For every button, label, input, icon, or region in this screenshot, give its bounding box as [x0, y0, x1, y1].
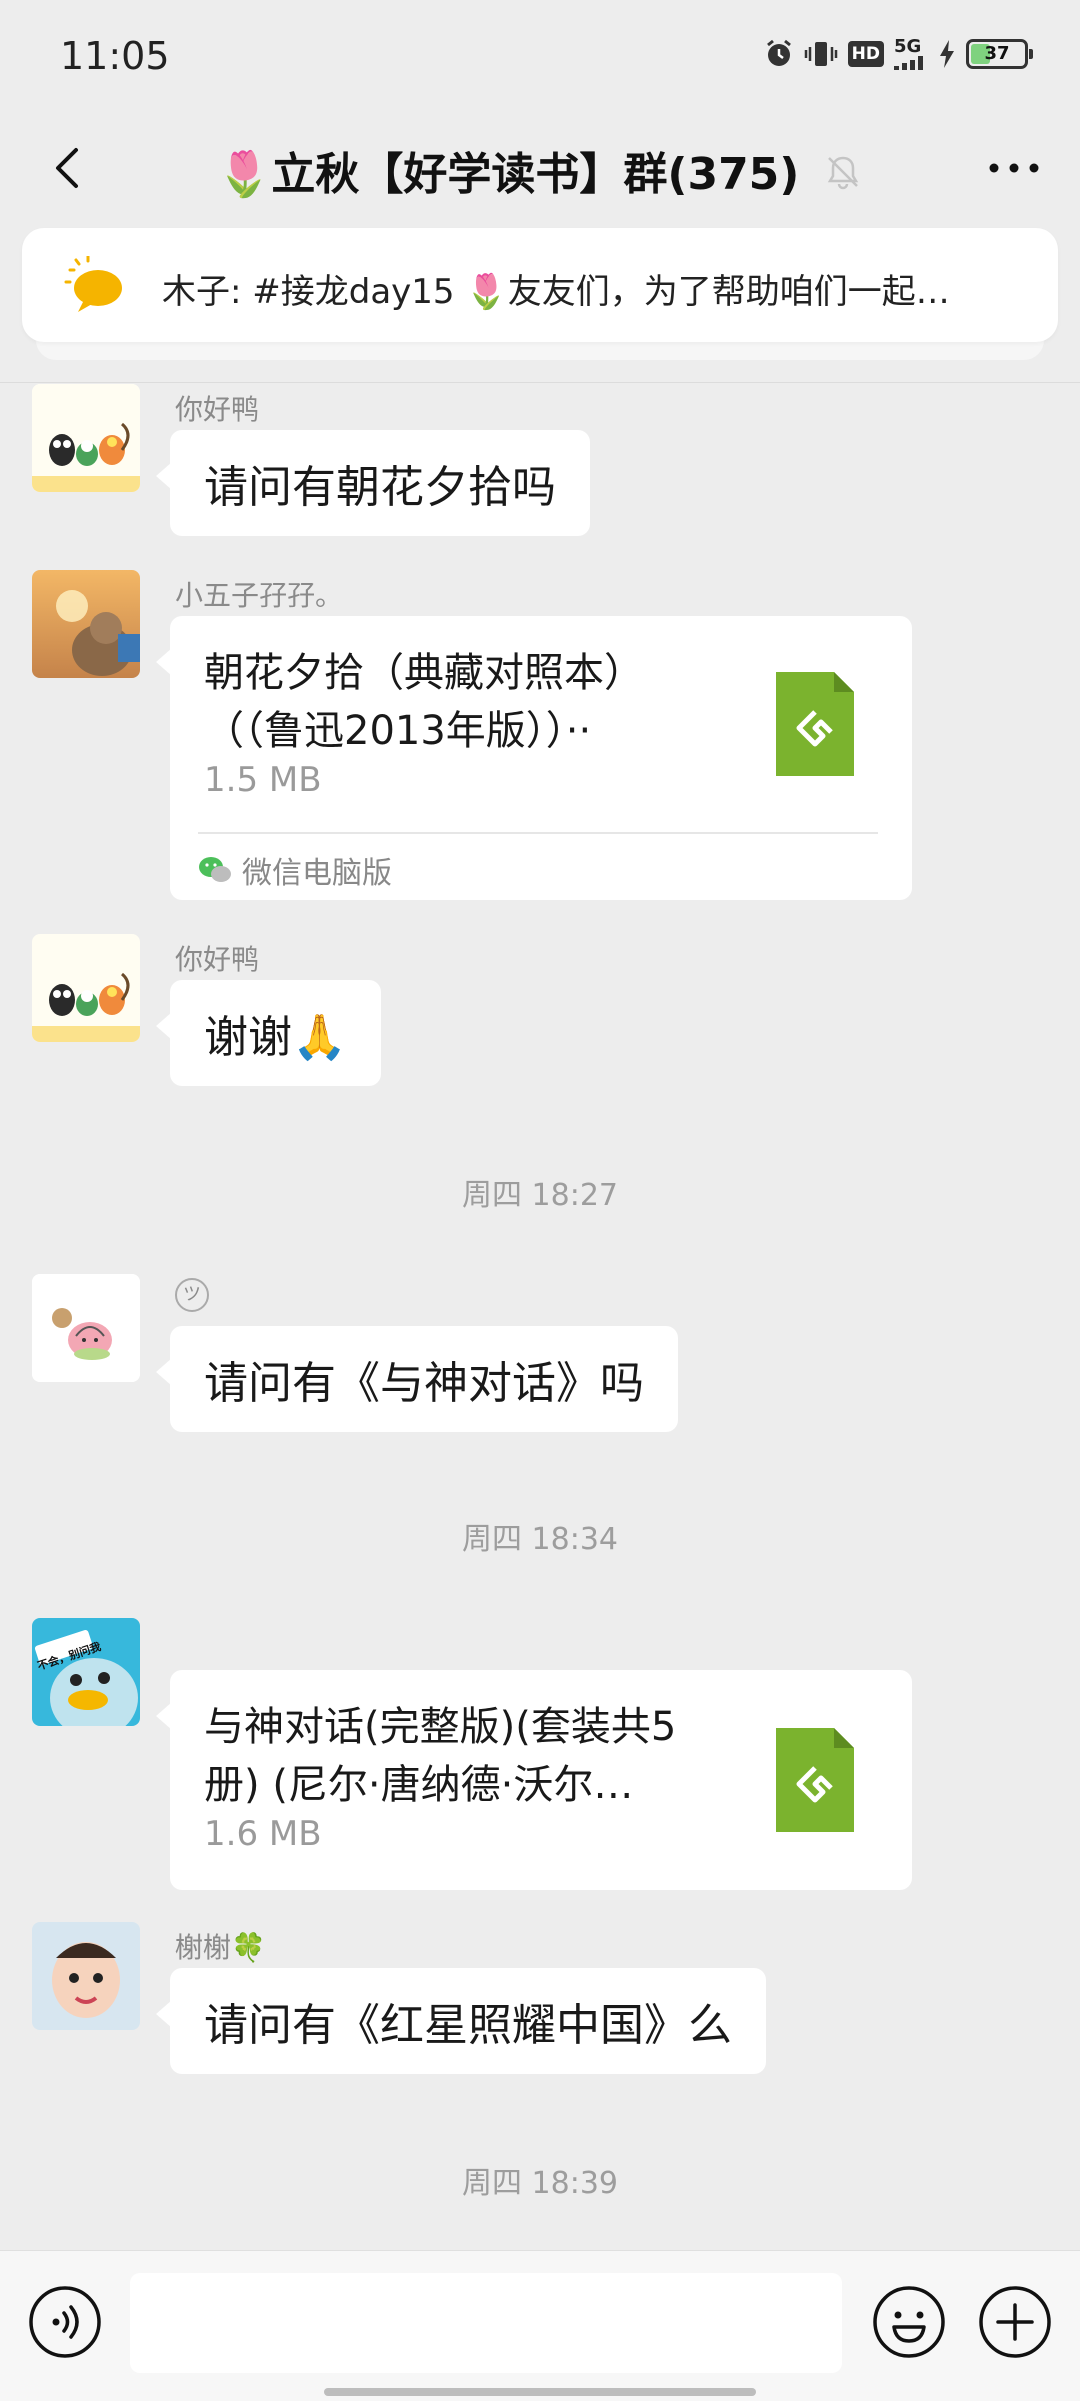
- plus-icon: [979, 2286, 1051, 2358]
- chat-header: 🌷立秋【好学读书】群(375): [0, 118, 1080, 228]
- avatar[interactable]: [32, 934, 140, 1042]
- sender-name: 你好鸭: [175, 393, 260, 426]
- emoji-button[interactable]: [872, 2285, 946, 2359]
- file-source-label: 微信电脑版: [242, 856, 392, 891]
- charging-icon: [938, 39, 956, 69]
- status-bar: 11:05 HD 5G 37: [0, 0, 1080, 118]
- avatar[interactable]: 不会，别问我: [32, 1618, 140, 1726]
- sender-name: 你好鸭: [175, 943, 260, 976]
- mute-bell-icon: [823, 152, 863, 203]
- home-indicator[interactable]: [324, 2388, 756, 2396]
- cartoon-birds-avatar-icon: [32, 934, 140, 1042]
- voice-input-button[interactable]: [28, 2285, 102, 2359]
- monkey-photo-avatar-icon: [32, 570, 140, 678]
- snail-cartoon-avatar-icon: [32, 1274, 140, 1382]
- smiley-icon: [873, 2286, 945, 2358]
- status-icons: HD 5G 37: [764, 38, 1033, 70]
- battery-icon: 37: [966, 39, 1033, 69]
- hd-icon: HD: [847, 41, 884, 67]
- signal-icon: 5G: [894, 38, 928, 70]
- status-time: 11:05: [60, 34, 170, 78]
- sender-name: ツ: [175, 1278, 209, 1312]
- vibrate-icon: [804, 39, 838, 69]
- file-size: 1.6 MB: [204, 1814, 322, 1854]
- timestamp: 周四 18:39: [462, 2166, 618, 2201]
- chat-title: 🌷立秋【好学读书】群(375): [0, 138, 1080, 203]
- file-name-line: 册) (尼尔·唐纳德·沃尔…: [204, 1762, 634, 1808]
- message-input[interactable]: [130, 2273, 842, 2373]
- file-name: 朝花夕拾（典藏对照本） （（鲁迅2013年版））··: [204, 644, 674, 760]
- more-actions-button[interactable]: [978, 2285, 1052, 2359]
- cartoon-birds-avatar-icon: [32, 384, 140, 492]
- file-size: 1.5 MB: [204, 760, 322, 800]
- file-name-line: 与神对话(完整版)(套装共5: [204, 1704, 674, 1750]
- file-name-line: （（鲁迅2013年版））··: [204, 708, 592, 754]
- avatar[interactable]: [32, 570, 140, 678]
- announcement-icon: [60, 254, 124, 320]
- file-message-card[interactable]: 朝花夕拾（典藏对照本） （（鲁迅2013年版））·· 1.5 MB 微信电脑版: [156, 616, 912, 900]
- message-bubble[interactable]: 请问有朝花夕拾吗: [156, 430, 590, 536]
- timestamp: 周四 18:34: [462, 1522, 618, 1557]
- file-name-line: 朝花夕拾（典藏对照本）: [204, 650, 644, 696]
- epub-file-icon: [776, 672, 854, 776]
- duck-cartoon-avatar-icon: [32, 1618, 140, 1726]
- divider: [0, 382, 1080, 383]
- pinned-message[interactable]: 木子: #接龙day15 🌷友友们，为了帮助咱们一起…: [22, 228, 1058, 342]
- file-source: 微信电脑版: [198, 848, 392, 892]
- file-message-card[interactable]: 与神对话(完整版)(套装共5 册) (尼尔·唐纳德·沃尔… 1.6 MB: [156, 1670, 912, 1890]
- file-card-separator: [198, 832, 878, 834]
- input-bar: [0, 2250, 1080, 2401]
- baby-photo-avatar-icon: [32, 1922, 140, 2030]
- avatar[interactable]: [32, 1274, 140, 1382]
- wechat-logo-icon: [199, 857, 231, 882]
- file-name: 与神对话(完整版)(套装共5 册) (尼尔·唐纳德·沃尔…: [204, 1698, 674, 1814]
- voice-icon: [29, 2286, 101, 2358]
- avatar[interactable]: [32, 384, 140, 492]
- more-options-button[interactable]: [984, 148, 1044, 188]
- avatar[interactable]: [32, 1922, 140, 2030]
- more-dots-icon: [989, 163, 1039, 173]
- group-name: 🌷立秋【好学读书】群(375): [216, 149, 800, 200]
- sender-name: 榭榭🍀: [175, 1931, 266, 1964]
- alarm-icon: [764, 39, 794, 69]
- message-bubble[interactable]: 谢谢🙏: [156, 980, 381, 1086]
- pinned-text: 木子: #接龙day15 🌷友友们，为了帮助咱们一起…: [162, 272, 950, 312]
- battery-level: 37: [984, 43, 1010, 64]
- epub-file-icon: [776, 1728, 854, 1832]
- message-bubble[interactable]: 请问有《与神对话》吗: [156, 1326, 678, 1432]
- timestamp: 周四 18:27: [462, 1178, 618, 1213]
- message-bubble[interactable]: 请问有《红星照耀中国》么: [156, 1968, 766, 2074]
- sender-name: 小五子孖孖。: [175, 579, 344, 612]
